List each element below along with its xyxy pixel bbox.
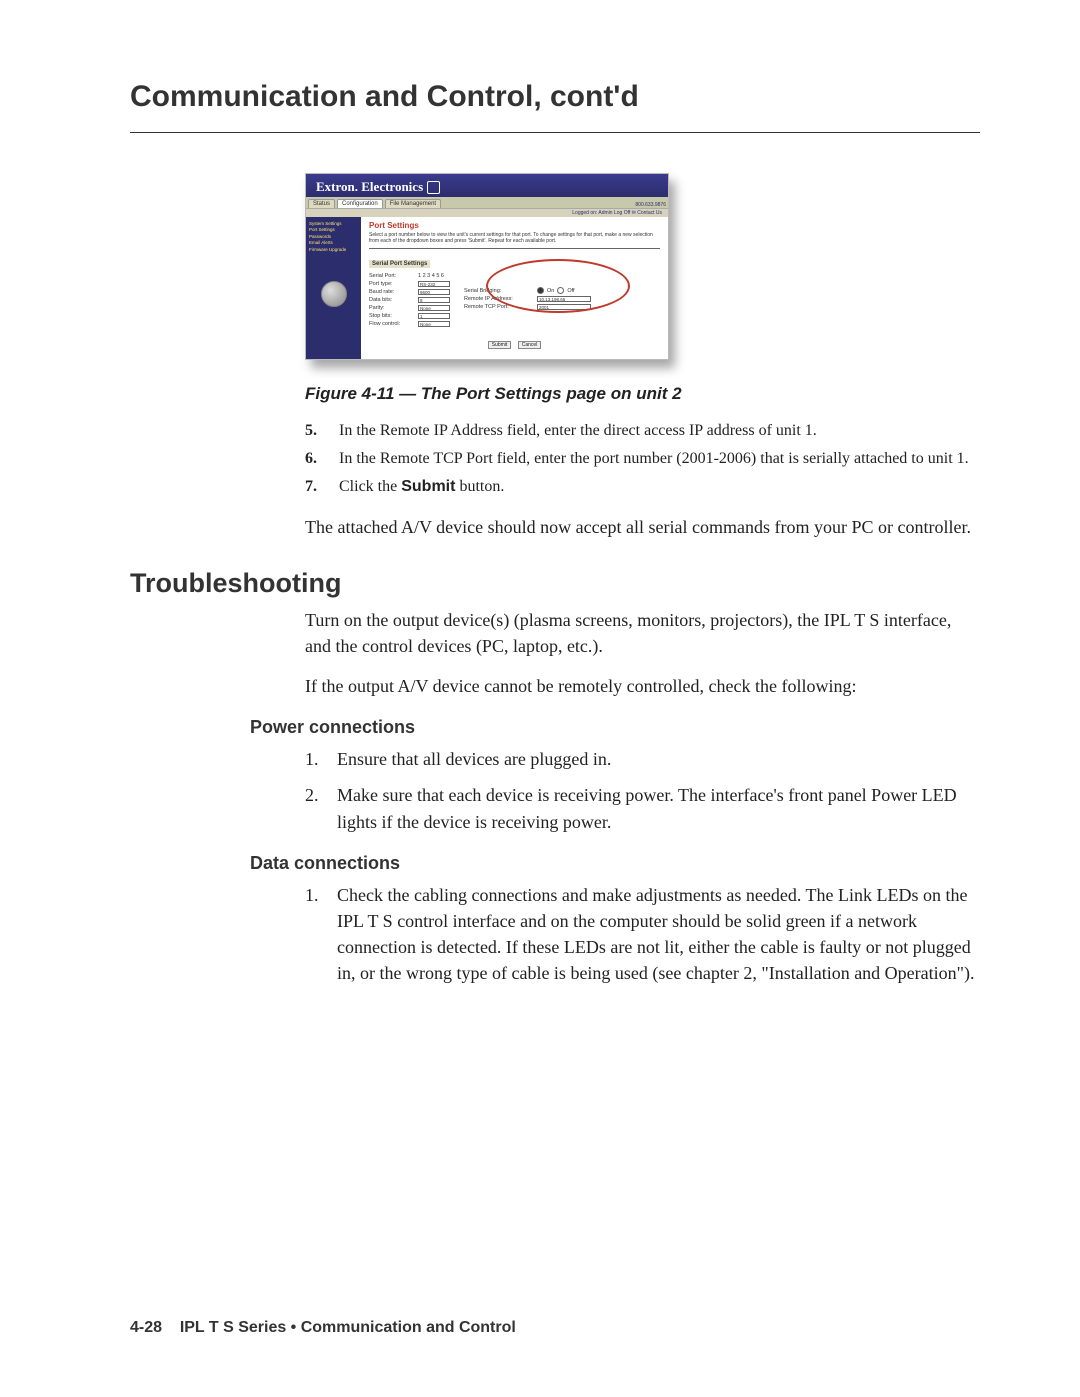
txt-off: Off xyxy=(567,288,574,294)
power-connections-heading: Power connections xyxy=(250,717,980,738)
shot-sidebar: System Settings Port Settings Passwords … xyxy=(306,217,361,359)
shot-intro: Select a port number below to view the u… xyxy=(369,232,660,244)
side-port-settings[interactable]: Port Settings xyxy=(309,227,358,232)
troubleshooting-p1: Turn on the output device(s) (plasma scr… xyxy=(305,607,980,659)
sel-flow[interactable]: None xyxy=(418,321,450,327)
step-6-number: 6. xyxy=(305,450,339,468)
shot-header: Extron. Electronics xyxy=(306,174,668,197)
side-url: www.extron.com xyxy=(309,310,358,314)
lbl-parity: Parity: xyxy=(369,305,415,311)
lbl-remote-port: Remote TCP Port: xyxy=(464,304,534,310)
lbl-flow: Flow control: xyxy=(369,321,415,327)
txt-on: On xyxy=(547,288,554,294)
sel-stopbits[interactable]: 1 xyxy=(418,313,450,319)
lbl-stopbits: Stop bits: xyxy=(369,313,415,319)
sel-parity[interactable]: None xyxy=(418,305,450,311)
shot-brand-text: Extron. Electronics xyxy=(316,179,423,195)
data-connections-heading: Data connections xyxy=(250,853,980,874)
page-title: Communication and Control, cont'd xyxy=(130,80,980,114)
page-number: 4-28 xyxy=(130,1319,162,1336)
val-serial-port[interactable]: 1 2 3 4 5 6 xyxy=(418,273,444,279)
input-remote-port[interactable]: 2001 xyxy=(537,304,591,310)
troubleshooting-heading: Troubleshooting xyxy=(130,568,980,599)
power-1-text: Ensure that all devices are plugged in. xyxy=(337,746,611,772)
step-7-post: button. xyxy=(455,478,504,495)
power-2-text: Make sure that each device is receiving … xyxy=(337,782,980,834)
tab-configuration[interactable]: Configuration xyxy=(337,199,383,208)
shot-tabs: Status Configuration File Management 800… xyxy=(306,197,668,208)
input-remote-ip[interactable]: 10.13.198.65 xyxy=(537,296,591,302)
power-1-num: 1. xyxy=(305,746,337,772)
title-rule xyxy=(130,132,980,133)
data-1-num: 1. xyxy=(305,882,337,986)
step-5-number: 5. xyxy=(305,422,339,440)
radio-bridging-on[interactable] xyxy=(537,287,544,294)
extron-round-logo-icon xyxy=(321,281,347,307)
page-footer: 4-28 IPL T S Series • Communication and … xyxy=(130,1319,516,1337)
data-1-text: Check the cabling connections and make a… xyxy=(337,882,980,986)
cancel-button[interactable]: Cancel xyxy=(518,341,542,349)
sel-baud[interactable]: 9600 xyxy=(418,289,450,295)
submit-button[interactable]: Submit xyxy=(488,341,512,349)
step-5-text: In the Remote IP Address field, enter th… xyxy=(339,422,817,440)
lbl-serial-port: Serial Port: xyxy=(369,273,415,279)
serial-port-settings-title: Serial Port Settings xyxy=(369,260,430,268)
figure-caption: Figure 4-11 — The Port Settings page on … xyxy=(305,384,980,404)
side-system-settings[interactable]: System Settings xyxy=(309,221,358,226)
side-firmware-upgrade[interactable]: Firmware Upgrade xyxy=(309,247,358,252)
port-settings-screenshot: Extron. Electronics Status Configuration… xyxy=(305,173,669,360)
shot-heading: Port Settings xyxy=(369,221,660,230)
step-6-text: In the Remote TCP Port field, enter the … xyxy=(339,450,969,468)
lbl-bridging: Serial Bridging: xyxy=(464,288,534,294)
step-7-number: 7. xyxy=(305,478,339,496)
step-7-pre: Click the xyxy=(339,478,401,495)
side-passwords[interactable]: Passwords xyxy=(309,234,358,239)
tab-info: 800.633.9876 xyxy=(635,202,666,208)
lbl-baud: Baud rate: xyxy=(369,289,415,295)
sel-databits[interactable]: 8 xyxy=(418,297,450,303)
power-2-num: 2. xyxy=(305,782,337,834)
side-email-alerts[interactable]: Email Alerts xyxy=(309,240,358,245)
tab-status[interactable]: Status xyxy=(308,199,335,208)
step-7-text: Click the Submit button. xyxy=(339,478,504,496)
radio-bridging-off[interactable] xyxy=(557,287,564,294)
lbl-remote-ip: Remote IP Address: xyxy=(464,296,534,302)
sel-port-type[interactable]: RS-232 xyxy=(418,281,450,287)
lbl-databits: Data bits: xyxy=(369,297,415,303)
shot-status-bar: Logged on: Admin Log Off ✉ Contact Us xyxy=(306,208,668,217)
lbl-port-type: Port type: xyxy=(369,281,415,287)
tab-file-management[interactable]: File Management xyxy=(385,199,441,208)
after-steps-paragraph: The attached A/V device should now accep… xyxy=(130,514,980,540)
troubleshooting-p2: If the output A/V device cannot be remot… xyxy=(305,673,980,699)
footer-title: IPL T S Series • Communication and Contr… xyxy=(180,1319,516,1336)
step-7-bold: Submit xyxy=(401,478,455,495)
extron-logo-icon xyxy=(427,181,440,194)
